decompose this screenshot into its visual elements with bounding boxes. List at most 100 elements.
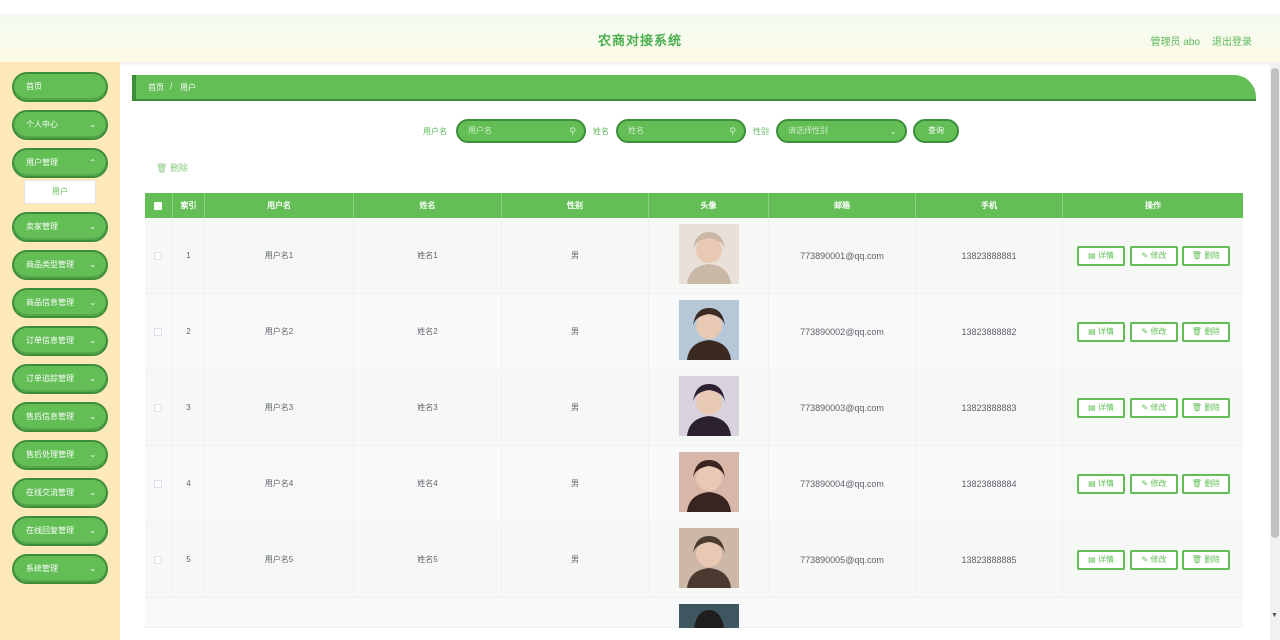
- avatar: [679, 224, 739, 284]
- detail-button[interactable]: ▤ 详情: [1077, 550, 1125, 570]
- select-all-checkbox[interactable]: [154, 202, 162, 210]
- document-icon: ▤: [1088, 479, 1096, 488]
- sidebar-item-after-sales[interactable]: 售后信息管理 ⌄: [12, 402, 108, 432]
- scrollbar-thumb[interactable]: [1271, 68, 1279, 538]
- table-row: 4 用户名4 姓名4 男 773890004@qq.com 13823888884 ▤ 详情…: [145, 446, 1243, 522]
- cell-phone: 13823888885: [916, 522, 1063, 598]
- username-label: 用户名: [423, 127, 447, 136]
- cell-email: 773890001@qq.com: [769, 218, 916, 294]
- col-phone: 手机: [916, 193, 1063, 218]
- cell-email: 773890004@qq.com: [769, 446, 916, 522]
- cell-phone: 13823888882: [916, 294, 1063, 370]
- table-row: 3 用户名3 姓名3 男 773890003@qq.com 13823888883 ▤ 详情…: [145, 370, 1243, 446]
- submenu-item-users[interactable]: 用户: [24, 180, 96, 204]
- chevron-down-icon: ⌄: [89, 412, 96, 421]
- chevron-down-icon: ⌄: [89, 564, 96, 573]
- col-avatar: 头像: [649, 193, 769, 218]
- edit-button[interactable]: ✎ 修改: [1130, 474, 1178, 494]
- table-row: 2 用户名2 姓名2 男 773890002@qq.com 13823888882 ▤ 详情…: [145, 294, 1243, 370]
- table-row: 1 用户名1 姓名1 男 773890001@qq.com 13823888881 ▤ 详情…: [145, 218, 1243, 294]
- cell-name: 姓名5: [354, 522, 502, 598]
- sidebar-item-replies[interactable]: 在线回复管理 ⌄: [12, 516, 108, 546]
- sidebar-item-orders[interactable]: 订单信息管理 ⌄: [12, 326, 108, 356]
- delete-button[interactable]: 🗑 删除: [1182, 550, 1230, 570]
- cell-operations: ▤ 详情 ✎ 修改 🗑 删除: [1063, 370, 1243, 446]
- detail-button[interactable]: ▤ 详情: [1077, 322, 1125, 342]
- name-input[interactable]: 姓名 ⚲: [616, 119, 746, 143]
- sidebar-item-products[interactable]: 商品信息管理 ⌄: [12, 288, 108, 318]
- sidebar-item-profile[interactable]: 个人中心 ⌄: [12, 110, 108, 140]
- sidebar-item-home[interactable]: 首页: [12, 72, 108, 102]
- cell-username: 用户名1: [205, 218, 354, 294]
- current-user: 管理员 abo: [1150, 37, 1200, 48]
- chevron-down-icon: ⌄: [89, 336, 96, 345]
- sidebar-item-after-sales-handling[interactable]: 售后处理管理 ⌄: [12, 440, 108, 470]
- cell-operations: ▤ 详情 ✎ 修改 🗑 删除: [1063, 218, 1243, 294]
- col-gender: 性别: [502, 193, 649, 218]
- cell-avatar: [649, 294, 769, 370]
- document-icon: ▤: [1088, 327, 1096, 336]
- trash-icon: 🗑: [1191, 403, 1202, 412]
- row-checkbox[interactable]: [154, 328, 162, 336]
- delete-button[interactable]: 🗑 删除: [1182, 398, 1230, 418]
- trash-icon: 🗑: [156, 163, 168, 173]
- delete-button[interactable]: 🗑 删除: [1182, 322, 1230, 342]
- chevron-down-icon: ⌄: [89, 120, 96, 129]
- detail-button[interactable]: ▤ 详情: [1077, 474, 1125, 494]
- cell-name: 姓名2: [354, 294, 502, 370]
- edit-icon: ✎: [1141, 479, 1149, 488]
- row-checkbox[interactable]: [154, 404, 162, 412]
- trash-icon: 🗑: [1191, 327, 1202, 336]
- batch-delete-button[interactable]: 🗑 删除: [156, 161, 188, 174]
- logout-link[interactable]: 退出登录: [1212, 33, 1252, 48]
- row-checkbox[interactable]: [154, 556, 162, 564]
- edit-button[interactable]: ✎ 修改: [1130, 246, 1178, 266]
- scroll-down-icon[interactable]: ▼: [1271, 612, 1278, 619]
- breadcrumb-home[interactable]: 首页: [148, 82, 164, 93]
- avatar: [679, 300, 739, 360]
- edit-button[interactable]: ✎ 修改: [1130, 322, 1178, 342]
- search-icon: ⚲: [729, 126, 736, 136]
- col-index: 索引: [173, 193, 205, 218]
- breadcrumb-current: 用户: [180, 83, 196, 92]
- avatar: [679, 528, 739, 588]
- row-checkbox[interactable]: [154, 480, 162, 488]
- cell-gender: 男: [502, 446, 649, 522]
- cell-index: 4: [173, 446, 205, 522]
- select-all-cell: [145, 193, 173, 218]
- edit-button[interactable]: ✎ 修改: [1130, 550, 1178, 570]
- sidebar-item-product-types[interactable]: 商品类型管理 ⌄: [12, 250, 108, 280]
- gender-select[interactable]: 请选择性别 ⌄: [776, 119, 907, 143]
- table-header: 索引 用户名 姓名 性别 头像 邮箱 手机 操作: [145, 193, 1243, 218]
- name-label: 姓名: [593, 127, 609, 136]
- sidebar-item-system[interactable]: 系统管理 ⌄: [12, 554, 108, 584]
- avatar: [679, 604, 739, 628]
- chevron-down-icon: ⌄: [89, 374, 96, 383]
- detail-button[interactable]: ▤ 详情: [1077, 398, 1125, 418]
- cell-phone: 13823888884: [916, 446, 1063, 522]
- edit-button[interactable]: ✎ 修改: [1130, 398, 1178, 418]
- cell-username: 用户名5: [205, 522, 354, 598]
- table-row: 5 用户名5 姓名5 男 773890005@qq.com 13823888885 ▤ 详情…: [145, 522, 1243, 598]
- username-input[interactable]: 用户名 ⚲: [456, 119, 586, 143]
- row-select-cell: [145, 294, 173, 370]
- sidebar-item-sellers[interactable]: 卖家管理 ⌄: [12, 212, 108, 242]
- document-icon: ▤: [1088, 555, 1096, 564]
- cell-name: 姓名3: [354, 370, 502, 446]
- col-name: 姓名: [354, 193, 502, 218]
- delete-button[interactable]: 🗑 删除: [1182, 246, 1230, 266]
- avatar: [679, 376, 739, 436]
- chevron-down-icon: ⌄: [89, 298, 96, 307]
- search-icon: ⚲: [569, 126, 576, 136]
- sidebar-item-chat[interactable]: 在线交流管理 ⌄: [12, 478, 108, 508]
- sidebar-item-users[interactable]: 用户管理 ⌃: [12, 148, 108, 178]
- cell-index: 1: [173, 218, 205, 294]
- trash-icon: 🗑: [1191, 479, 1202, 488]
- edit-icon: ✎: [1141, 403, 1149, 412]
- query-button[interactable]: 查询: [913, 119, 959, 143]
- sidebar-item-order-tracking[interactable]: 订单追踪管理 ⌄: [12, 364, 108, 394]
- detail-button[interactable]: ▤ 详情: [1077, 246, 1125, 266]
- delete-button[interactable]: 🗑 删除: [1182, 474, 1230, 494]
- row-checkbox[interactable]: [154, 252, 162, 260]
- avatar: [679, 452, 739, 512]
